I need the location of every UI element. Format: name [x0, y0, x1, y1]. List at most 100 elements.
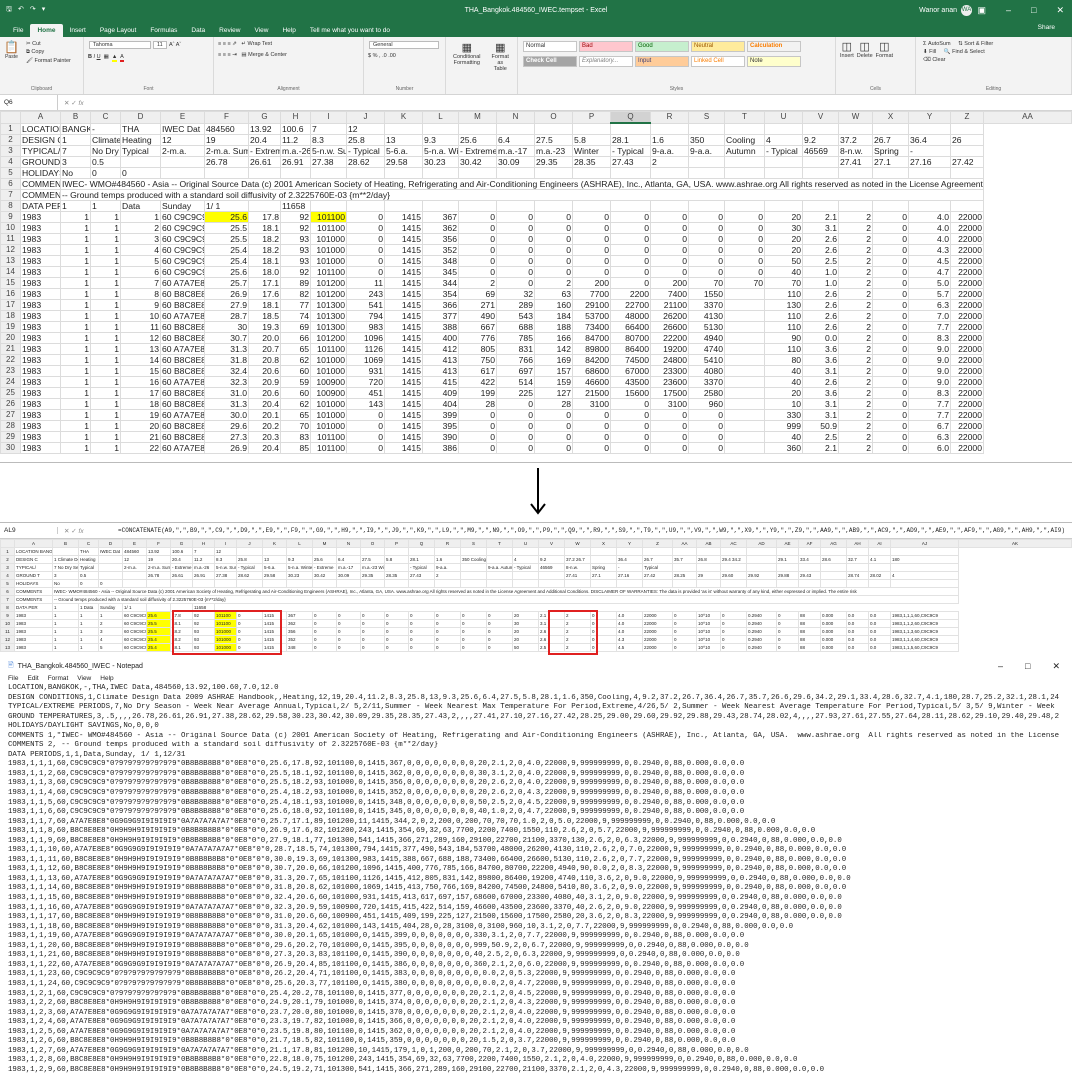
cell[interactable]	[160, 155, 205, 168]
cell[interactable]: 0	[650, 243, 689, 256]
cell[interactable]: 484560	[204, 122, 249, 135]
cell[interactable]	[798, 547, 821, 556]
cell[interactable]: 88	[798, 611, 821, 620]
cell[interactable]: 60 A7A7E8E8	[160, 408, 205, 421]
cell[interactable]: 805	[458, 342, 497, 355]
cell[interactable]	[764, 122, 803, 135]
cell[interactable]: 31.3	[204, 397, 249, 410]
cell[interactable]: 960	[688, 397, 725, 410]
cell[interactable]: 2580	[688, 386, 725, 399]
cell[interactable]: 2.6	[802, 287, 839, 300]
cell[interactable]: 0	[346, 232, 385, 245]
cell[interactable]	[346, 199, 385, 212]
cell[interactable]: 6.7	[908, 419, 951, 432]
cell[interactable]: 2.6	[802, 375, 839, 388]
cell[interactable]: 18	[120, 397, 161, 410]
cell[interactable]: 3100	[572, 397, 611, 410]
cell[interactable]: 1	[90, 342, 121, 355]
cell[interactable]: 1983	[20, 353, 61, 366]
indent-icon[interactable]: ⇥	[232, 52, 237, 58]
cell[interactable]	[776, 547, 799, 556]
cell[interactable]: 0	[872, 342, 909, 355]
cell[interactable]: 60 A7A7E8E8	[160, 441, 205, 454]
row-header[interactable]: 27	[0, 408, 21, 421]
cell[interactable]: 26.7	[872, 133, 909, 146]
cell[interactable]: 29.35	[534, 155, 573, 168]
cell[interactable]: 0	[872, 254, 909, 267]
cell[interactable]: 1	[98, 611, 123, 620]
cell[interactable]: 5.8	[572, 133, 611, 146]
cell[interactable]: 1415	[384, 408, 423, 421]
cell[interactable]: 1415	[384, 320, 423, 333]
cell[interactable]: 159	[534, 375, 573, 388]
cell[interactable]: 1415	[384, 254, 423, 267]
cell[interactable]: 100900	[310, 375, 347, 388]
cell[interactable]	[160, 166, 205, 179]
cell[interactable]: 356	[286, 627, 313, 636]
column-header[interactable]: L	[286, 539, 313, 548]
cell[interactable]: 2	[838, 430, 873, 443]
cell[interactable]: 60 C9C9C9C9	[160, 254, 205, 267]
cell[interactable]: 4.7	[908, 265, 951, 278]
cell[interactable]: 1	[60, 265, 91, 278]
delete-cells-button[interactable]: ◫ Delete	[857, 40, 873, 59]
cell[interactable]: 0	[360, 643, 385, 652]
cell[interactable]: 344	[422, 276, 459, 289]
cell[interactable]: 4080	[688, 364, 725, 377]
cell[interactable]: 20.4	[248, 397, 281, 410]
cell[interactable]: 40	[764, 364, 803, 377]
cell[interactable]: 3	[52, 571, 79, 580]
cell[interactable]	[262, 579, 287, 588]
cell[interactable]: TYPICAL/	[14, 563, 53, 572]
cell[interactable]: 46600	[572, 375, 611, 388]
cell[interactable]	[286, 547, 313, 556]
style-normal[interactable]: Normal	[523, 41, 577, 52]
cell[interactable]: 100.6	[170, 547, 193, 556]
cell[interactable]: 25.8	[346, 133, 385, 146]
cell[interactable]: 25.6	[204, 265, 249, 278]
cell[interactable]: 2.5	[802, 254, 839, 267]
cell[interactable]: 22000	[950, 342, 984, 355]
cell[interactable]: 2	[458, 276, 497, 289]
cell[interactable]: 1415	[384, 221, 423, 234]
cell[interactable]: 88	[798, 619, 821, 628]
cell[interactable]: -	[616, 563, 643, 572]
cell[interactable]	[610, 122, 651, 135]
cell[interactable]: 750	[458, 353, 497, 366]
menu-format[interactable]: Format	[48, 675, 69, 682]
cell[interactable]: 21	[120, 430, 161, 443]
column-header[interactable]: A	[14, 539, 53, 548]
cell[interactable]: - Typical	[610, 144, 651, 157]
column-header[interactable]: F	[204, 111, 249, 124]
row-header[interactable]: 7	[0, 595, 15, 604]
cell[interactable]: 3370	[688, 375, 725, 388]
cell[interactable]	[486, 579, 513, 588]
column-header[interactable]: B	[60, 111, 91, 124]
cell[interactable]: 101100	[310, 430, 347, 443]
column-header[interactable]: M	[458, 111, 497, 124]
cell[interactable]	[724, 298, 765, 311]
cell[interactable]: 1983	[14, 627, 53, 636]
cell[interactable]: 2	[838, 375, 873, 388]
cell[interactable]: 2	[838, 265, 873, 278]
corner-cell[interactable]	[0, 111, 21, 124]
cell[interactable]: 4.0	[908, 232, 951, 245]
cell[interactable]	[610, 166, 651, 179]
cell[interactable]: 27.5	[360, 555, 385, 564]
cell[interactable]: 25.4	[146, 635, 171, 644]
cell[interactable]	[98, 563, 123, 572]
cell[interactable]: 1	[90, 375, 121, 388]
cell[interactable]: 9.2	[538, 555, 565, 564]
cell[interactable]	[908, 166, 951, 179]
borders-icon[interactable]: ▦	[104, 54, 109, 60]
column-header[interactable]: Y	[616, 539, 643, 548]
cell[interactable]: 22000	[950, 298, 984, 311]
cell[interactable]: 22000	[642, 643, 673, 652]
cell[interactable]: 0	[872, 287, 909, 300]
cell[interactable]: 101100	[310, 342, 347, 355]
cell[interactable]: 1415	[384, 375, 423, 388]
cell[interactable]	[538, 571, 565, 580]
cell[interactable]: 1	[90, 287, 121, 300]
cell[interactable]	[236, 547, 263, 556]
tab-help[interactable]: Help	[275, 24, 302, 37]
